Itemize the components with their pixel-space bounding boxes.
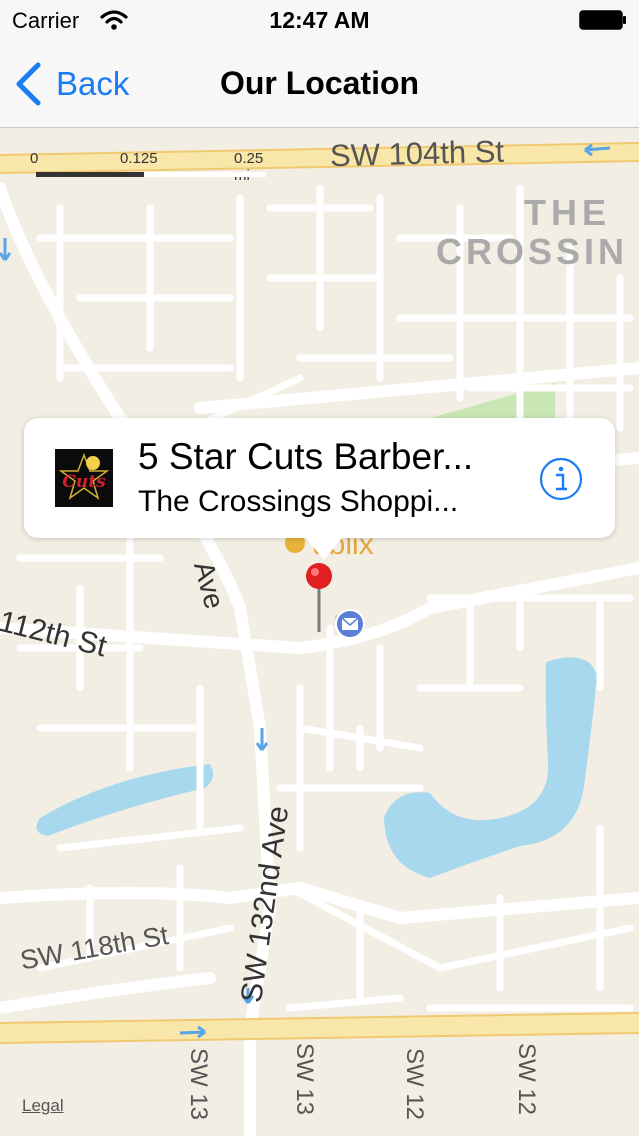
street-label-sw104: SW 104th St bbox=[329, 133, 505, 174]
street-label-bottom-4: SW 12 bbox=[513, 1043, 540, 1116]
navigation-bar: Back Our Location bbox=[0, 40, 639, 128]
callout-title: 5 Star Cuts Barber... bbox=[138, 436, 474, 477]
info-button-icon[interactable] bbox=[538, 456, 584, 502]
street-label-bottom-2: SW 13 bbox=[291, 1043, 318, 1116]
callout-subtitle: The Crossings Shoppi... bbox=[138, 485, 459, 518]
legal-link[interactable]: Legal bbox=[22, 1096, 64, 1116]
area-label-line1: THE bbox=[524, 192, 611, 233]
area-label-line2: CROSSIN bbox=[436, 231, 629, 272]
scale-zero: 0 bbox=[30, 150, 39, 167]
battery-icon bbox=[579, 10, 626, 30]
map-view[interactable]: 0 0.125 0.25 mi SW 104th St THE CROSSIN … bbox=[0, 128, 639, 1136]
clock: 12:47 AM bbox=[269, 7, 370, 33]
scale-mid: 0.125 bbox=[120, 150, 158, 167]
business-logo: Cuts bbox=[55, 449, 113, 507]
street-label-bottom-3: SW 12 bbox=[401, 1048, 428, 1121]
page-title: Our Location bbox=[219, 65, 420, 101]
street-label-bottom-1: SW 13 bbox=[185, 1048, 212, 1121]
scale-end: 0.25 mi bbox=[234, 150, 264, 184]
logo-text: Cuts bbox=[62, 472, 106, 492]
status-bar: Carrier 12:47 AM bbox=[0, 0, 639, 40]
post-office-icon bbox=[335, 609, 365, 639]
map-scale: 0 0.125 0.25 mi bbox=[30, 150, 270, 184]
scale-bar bbox=[36, 172, 266, 177]
map-callout[interactable]: Cuts 5 Star Cuts Barber... The Crossings… bbox=[24, 418, 615, 560]
